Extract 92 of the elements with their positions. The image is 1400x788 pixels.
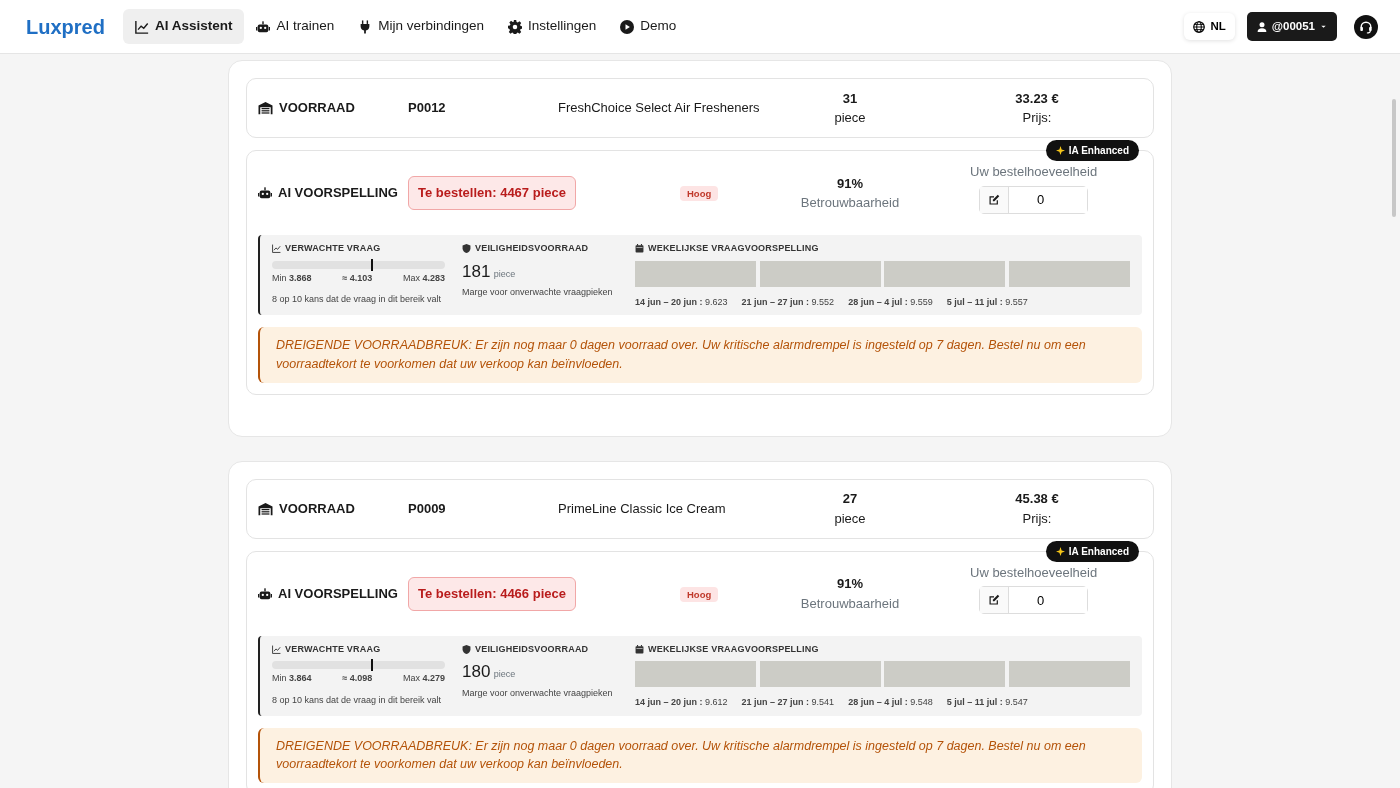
shield-icon (462, 244, 471, 254)
headset-icon (1359, 19, 1373, 34)
quantity-label: Uw bestelhoeveelheid (970, 163, 1098, 182)
quantity-label: Uw bestelhoeveelheid (970, 563, 1098, 582)
ai-enhanced-badge: IA Enhanced (1045, 540, 1139, 562)
order-suggestion-button[interactable]: Te bestellen: 4467 piece (408, 176, 576, 210)
weekly-forecast-value: 5 jul – 11 jul : 9.557 (946, 295, 1028, 309)
weekly-forecast-value: 28 jun – 4 jul : 9.559 (848, 295, 933, 309)
section-label: VOORRAAD (279, 499, 355, 518)
robot-icon (256, 19, 271, 34)
weekly-forecast-value: 5 jul – 11 jul : 9.547 (946, 696, 1028, 709)
stock-quantity: 27 (841, 490, 859, 508)
edit-icon (988, 193, 1001, 206)
safety-stock-value: 181 (462, 260, 491, 283)
confidence-label: Betrouwbaarheid (799, 594, 901, 613)
stock-warning-alert: DREIGENDE VOORRAADBREUK: Er zijn nog maar 0 dagen voorraad over. Uw kritische alarmdrempel is ingesteld op 7 dagen. Bestel nu om een voorraadtekort te voorkomen dat uw verkoop kan beïnvloeden. (258, 327, 1142, 383)
chart-icon (272, 644, 281, 654)
section-label: VOORRAAD (279, 99, 355, 118)
nav-tab[interactable]: AI trainen (244, 9, 347, 44)
product-price: 33.23 € (1014, 89, 1060, 108)
confidence-value: 91% (836, 174, 864, 193)
warehouse-icon (258, 501, 273, 516)
stock-warning-alert: DREIGENDE VOORRAADBREUK: Er zijn nog maar 0 dagen voorraad over. Uw kritische alarmdrempel is ingesteld op 7 dagen. Bestel nu om een voorraadtekort te voorkomen dat uw verkoop kan beïnvloeden. (258, 727, 1142, 783)
sparkle-icon (1055, 546, 1065, 556)
max-value: Max 4.283 (402, 271, 445, 285)
safety-stock-value: 180 (462, 661, 491, 683)
sparkle-icon (1055, 146, 1065, 155)
median-value: ≈ 4.098 (342, 672, 373, 685)
nav-tab[interactable]: Demo (608, 9, 689, 44)
min-value: Min 3.868 (272, 271, 312, 285)
robot-icon (258, 186, 272, 200)
robot-icon (258, 586, 272, 601)
shield-icon (462, 644, 471, 654)
scrollbar-thumb[interactable] (1392, 99, 1396, 217)
weekly-forecast-value: 21 jun – 27 jun : 9.552 (741, 295, 835, 309)
nav-tab[interactable]: Mijn verbindingen (346, 9, 497, 44)
section-title: VERWACHTE VRAAG (285, 642, 381, 656)
safety-stock-note: Marge voor onverwachte vraagpieken (462, 286, 614, 299)
globe-icon (1193, 20, 1206, 33)
user-menu-button[interactable]: @00051 (1246, 11, 1337, 42)
calendar-icon (635, 244, 644, 254)
price-label: Prijs: (1021, 509, 1053, 528)
quantity-field[interactable]: 0 (979, 586, 1089, 615)
product-code: P0009 (408, 500, 446, 516)
confidence-label: Betrouwbaarheid (799, 194, 901, 212)
safety-stock-note: Marge voor onverwachte vraagpieken (462, 686, 614, 700)
median-value: ≈ 4.103 (342, 271, 373, 285)
user-icon (1256, 21, 1267, 32)
warehouse-icon (258, 101, 273, 115)
order-suggestion-button[interactable]: Te bestellen: 4466 piece (408, 576, 576, 611)
logo[interactable]: Luxpred (26, 11, 105, 42)
safety-stock-unit: piece (493, 668, 516, 681)
demand-note: 8 op 10 kans dat de vraag in dit bereik valt (272, 693, 443, 707)
section-label: AI VOORSPELLING (278, 584, 398, 603)
weekly-forecast-value: 28 jun – 4 jul : 9.548 (848, 696, 933, 709)
demand-note: 8 op 10 kans dat de vraag in dit bereik valt (272, 293, 443, 306)
quantity-field[interactable]: 0 (979, 185, 1089, 214)
weekly-forecast-value: 14 jun – 20 jun : 9.623 (635, 295, 728, 309)
ai-enhanced-badge: IA Enhanced (1045, 140, 1139, 161)
chart-icon (134, 19, 149, 34)
product-code: P0012 (408, 100, 446, 116)
edit-icon (988, 594, 1001, 607)
safety-stock-unit: piece (493, 267, 516, 281)
chart-icon (272, 244, 281, 254)
quantity-unit: piece (833, 509, 867, 528)
product-name: FreshChoice Select Air Fresheners (558, 100, 760, 116)
section-title: VEILIGHEIDSVOORRAAD (475, 642, 589, 656)
section-title: VEILIGHEIDSVOORRAAD (475, 242, 589, 255)
min-value: Min 3.864 (272, 672, 312, 685)
priority-badge: Hoog (680, 586, 719, 602)
confidence-value: 91% (836, 575, 864, 593)
language-button[interactable]: NL (1184, 12, 1235, 41)
weekly-forecast-value: 21 jun – 27 jun : 9.541 (741, 696, 835, 709)
priority-badge: Hoog (680, 186, 719, 202)
play-icon (620, 19, 635, 34)
price-label: Prijs: (1021, 109, 1053, 127)
quantity-unit: piece (833, 109, 867, 127)
product-name: PrimeLine Classic Ice Cream (558, 500, 726, 516)
max-value: Max 4.279 (402, 672, 445, 685)
nav-tab[interactable]: AI Assistent (122, 9, 245, 44)
section-title: VERWACHTE VRAAG (285, 242, 381, 255)
calendar-icon (635, 644, 644, 654)
section-title: WEKELIJKSE VRAAGVOORSPELLING (648, 642, 819, 656)
product-price: 45.38 € (1014, 490, 1060, 508)
caret-icon (1320, 23, 1327, 30)
support-button[interactable] (1354, 14, 1378, 39)
weekly-forecast-value: 14 jun – 20 jun : 9.612 (635, 696, 728, 709)
nav-tab[interactable]: Instellingen (496, 9, 609, 44)
stock-quantity: 31 (841, 89, 859, 108)
gear-icon (508, 19, 523, 34)
section-label: AI VOORSPELLING (278, 184, 398, 203)
section-title: WEKELIJKSE VRAAGVOORSPELLING (648, 242, 819, 255)
